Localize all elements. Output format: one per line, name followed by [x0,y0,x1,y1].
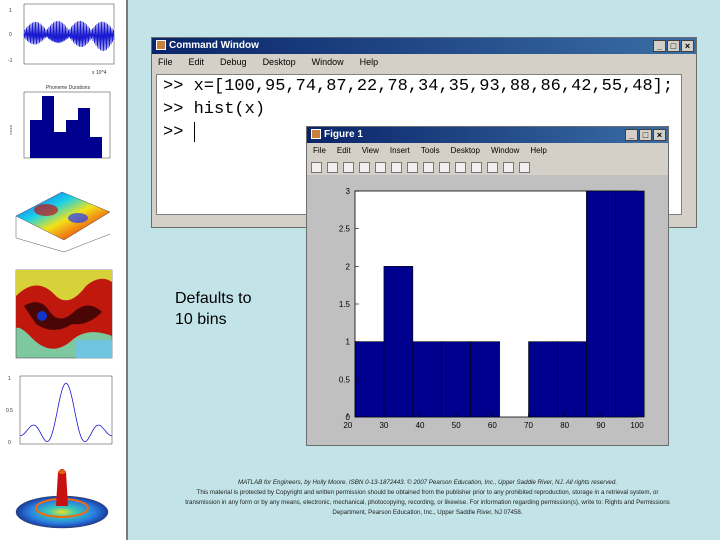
menu-help[interactable]: Help [360,54,379,70]
thumbnail-strip: 1 0 -1 x 10^4 Phoneme Durations count 1 … [0,0,126,540]
histogram-bar [557,341,587,418]
matlab-icon [156,40,166,51]
y-tick-label: 0.5 [339,375,351,384]
svg-text:-1: -1 [8,58,13,64]
x-tick-label: 90 [596,421,605,430]
fractal-image-thumbnail [15,269,113,359]
fig-menu-help[interactable]: Help [530,143,546,159]
fig-menu-view[interactable]: View [362,143,379,159]
maximize-button[interactable]: □ [667,40,680,52]
histogram-chart: 20 30 40 50 60 70 80 90 100 0 0.5 1 1.5 2 2.5 3 [307,175,668,445]
svg-text:0: 0 [9,32,12,38]
histogram-thumbnail: Phoneme Durations count [8,85,111,159]
defaults-caption: Defaults to 10 bins [175,288,251,330]
minimize-button[interactable]: _ [653,40,666,52]
data-cursor-icon[interactable] [455,161,466,173]
colorbar-icon[interactable] [471,161,482,173]
edit-plot-arrow-icon[interactable] [375,161,386,173]
x-tick-label: 100 [630,421,644,430]
zoom-out-icon[interactable] [407,161,418,173]
command-line-1: >> x=[100,95,74,87,22,78,34,35,93,88,86,… [163,77,674,96]
close-button[interactable]: × [681,40,694,52]
y-tick-label: 3 [346,187,351,196]
x-tick-label: 50 [452,421,461,430]
legend-icon[interactable] [487,161,498,173]
y-tick-label: 1.5 [339,300,351,309]
fig-menu-edit[interactable]: Edit [337,143,351,159]
menu-edit[interactable]: Edit [189,54,205,70]
figure-window-title: Figure 1 [324,129,363,140]
rotate-3d-icon[interactable] [439,161,450,173]
y-tick-label: 1 [346,338,351,347]
y-tick-label: 0 [346,413,351,422]
figure-close-button[interactable]: × [653,129,666,141]
caption-line-1: Defaults to [175,290,252,307]
x-tick-label: 20 [343,421,352,430]
show-plot-tools-icon[interactable] [519,161,530,173]
x-tick-label: 30 [379,421,388,430]
x-tick-label: 40 [416,421,425,430]
y-tick-label: 2.5 [339,225,351,234]
caption-line-2: 10 bins [175,311,227,328]
figure-icon [311,129,321,140]
menu-window[interactable]: Window [312,54,344,70]
x-tick-label: 80 [560,421,569,430]
histogram-bar [412,341,443,418]
figure-maximize-button[interactable]: □ [639,129,652,141]
figure-menubar: File Edit View Insert Tools Desktop Wind… [307,143,668,159]
new-figure-icon[interactable] [311,161,322,173]
y-tick-label: 2 [346,262,351,271]
figure-window[interactable]: Figure 1 _ □ × File Edit View Insert Too… [306,126,669,446]
figure-window-titlebar[interactable]: Figure 1 _ □ × [307,127,668,143]
copyright-notice: MATLAB for Engineers, by Holly Moore. IS… [180,478,675,518]
fig-menu-desktop[interactable]: Desktop [451,143,480,159]
x-tick-label: 60 [488,421,497,430]
command-line-2: >> hist(x) [163,100,266,119]
histogram-bar [383,266,414,418]
hide-plot-tools-icon[interactable] [503,161,514,173]
svg-text:1: 1 [8,376,11,382]
x-tick-label: 70 [524,421,533,430]
save-icon[interactable] [343,161,354,173]
menu-debug[interactable]: Debug [220,54,247,70]
audio-axis-label: x 10^4 [92,70,107,76]
histogram-bar [615,190,645,418]
sinc-line-plot-thumbnail: 1 0.5 0 [6,375,113,446]
histogram-bar [470,341,500,418]
svg-text:count: count [8,124,13,135]
3d-sombrero-thumbnail [15,469,109,529]
menu-desktop[interactable]: Desktop [263,54,296,70]
command-window-titlebar[interactable]: Command Window _ □ × [152,38,696,54]
histogram-bar [354,341,385,418]
svg-text:1: 1 [9,8,12,14]
histogram-thumbnail-title: Phoneme Durations [46,85,91,91]
open-file-icon[interactable] [327,161,338,173]
svg-text:0.5: 0.5 [6,408,13,414]
fig-menu-insert[interactable]: Insert [390,143,410,159]
figure-minimize-button[interactable]: _ [625,129,638,141]
copyright-line-1: MATLAB for Engineers, by Holly Moore. IS… [237,479,618,486]
command-prompt: >> [163,123,194,142]
fig-menu-file[interactable]: File [313,143,326,159]
histogram-bar [586,190,616,418]
copyright-line-2: This material is protected by Copyright … [185,489,670,516]
command-window-menubar: File Edit Debug Desktop Window Help [152,54,696,70]
svg-text:0: 0 [8,440,11,446]
zoom-in-icon[interactable] [391,161,402,173]
fig-menu-tools[interactable]: Tools [421,143,440,159]
figure-toolbar [307,159,668,175]
text-cursor [193,121,195,142]
pan-hand-icon[interactable] [423,161,434,173]
surface-plot-thumbnail [15,191,111,253]
audio-waveform-thumbnail: 1 0 -1 x 10^4 [8,3,115,76]
print-icon[interactable] [359,161,370,173]
menu-file[interactable]: File [158,54,173,70]
command-window-title: Command Window [169,40,259,51]
histogram-bar [528,341,558,418]
histogram-bar [441,341,471,418]
fig-menu-window[interactable]: Window [491,143,519,159]
